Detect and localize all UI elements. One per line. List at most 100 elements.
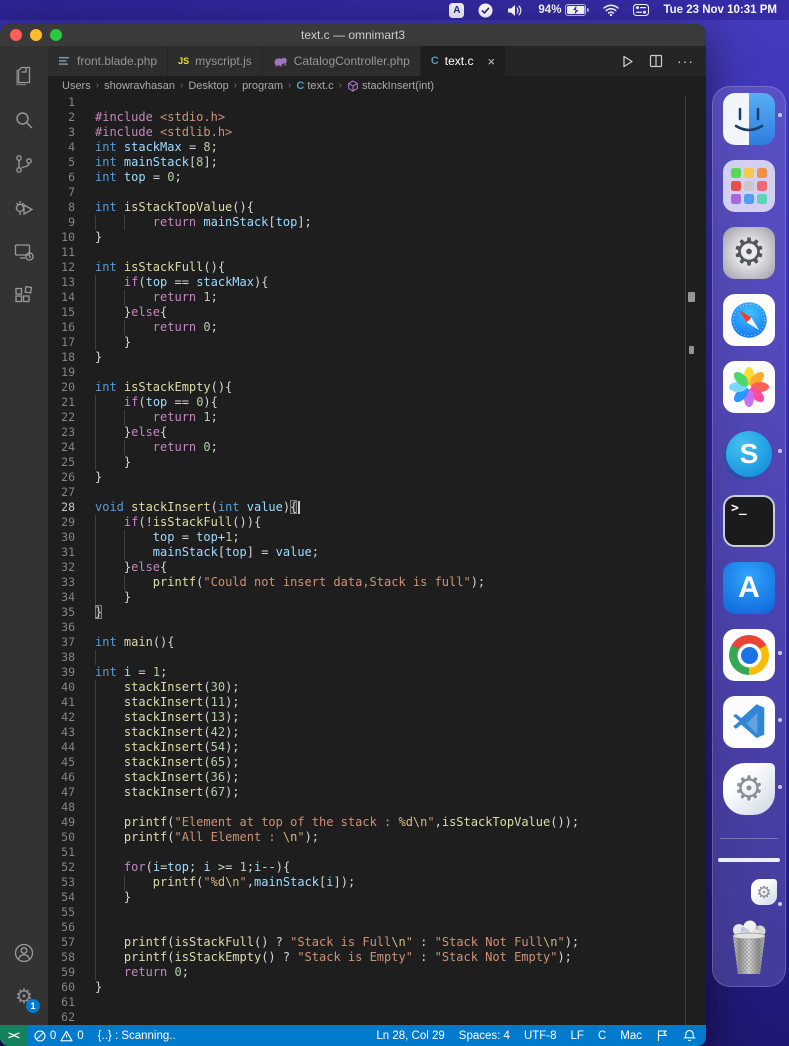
vscode-dock-icon[interactable]	[723, 696, 775, 748]
code-line[interactable]: 17 }	[48, 335, 706, 350]
wifi-menu-extra[interactable]	[603, 0, 619, 20]
tab-catalogcontroller-php[interactable]: CatalogController.php	[263, 46, 421, 76]
code-line[interactable]: 25 }	[48, 455, 706, 470]
code-line[interactable]: 3#include <stdlib.h>	[48, 125, 706, 140]
code-line[interactable]: 8int isStackTopValue(){	[48, 200, 706, 215]
run-debug-icon[interactable]	[0, 186, 48, 230]
code-line[interactable]: 20int isStackEmpty(){	[48, 380, 706, 395]
breadcrumb-users[interactable]: Users	[62, 80, 91, 92]
code-line[interactable]: 30 top = top+1;	[48, 530, 706, 545]
code-line[interactable]: 36	[48, 620, 706, 635]
breadcrumb-program[interactable]: program	[242, 80, 283, 92]
code-line[interactable]: 31 mainStack[top] = value;	[48, 545, 706, 560]
code-line[interactable]: 26}	[48, 470, 706, 485]
split-editor-icon[interactable]	[649, 54, 663, 68]
gear-utility-dock-icon[interactable]: ⚙	[723, 763, 775, 815]
code-line[interactable]: 16 return 0;	[48, 320, 706, 335]
code-line[interactable]: 29 if(!isStackFull()){	[48, 515, 706, 530]
breadcrumb-file[interactable]: text.c	[307, 80, 333, 92]
code-line[interactable]: 54 }	[48, 890, 706, 905]
code-line[interactable]: 37int main(){	[48, 635, 706, 650]
code-line[interactable]: 27	[48, 485, 706, 500]
code-line[interactable]: 2#include <stdio.h>	[48, 110, 706, 125]
window-title-bar[interactable]: text.c — omnimart3	[0, 24, 706, 46]
launchpad-dock-icon[interactable]	[723, 160, 775, 212]
code-line[interactable]: 45 stackInsert(65);	[48, 755, 706, 770]
code-line[interactable]: 10}	[48, 230, 706, 245]
code-line[interactable]: 61	[48, 995, 706, 1010]
code-line[interactable]: 19	[48, 365, 706, 380]
code-line[interactable]: 24 return 0;	[48, 440, 706, 455]
clock-menu[interactable]: Tue 23 Nov 10:31 PM	[663, 0, 777, 20]
tab-close-icon[interactable]: ×	[487, 55, 495, 68]
terminal-dock-icon[interactable]: >_	[723, 495, 775, 547]
code-line[interactable]: 55	[48, 905, 706, 920]
code-line[interactable]: 1	[48, 95, 706, 110]
tab-text-c[interactable]: C text.c ×	[421, 46, 506, 76]
code-line[interactable]: 5int mainStack[8];	[48, 155, 706, 170]
code-line[interactable]: 48	[48, 800, 706, 815]
code-line[interactable]: 47 stackInsert(67);	[48, 785, 706, 800]
code-line[interactable]: 6int top = 0;	[48, 170, 706, 185]
cursor-position[interactable]: Ln 28, Col 29	[369, 1030, 451, 1042]
code-line[interactable]: 28void stackInsert(int value){	[48, 500, 706, 515]
breadcrumb-user[interactable]: showravhasan	[104, 80, 175, 92]
code-line[interactable]: 22 return 1;	[48, 410, 706, 425]
tab-myscript-js[interactable]: JS myscript.js	[168, 46, 263, 76]
trash-dock-icon[interactable]	[723, 920, 775, 976]
code-line[interactable]: 60}	[48, 980, 706, 995]
code-line[interactable]: 50 printf("All Element : \n");	[48, 830, 706, 845]
code-line[interactable]: 33 printf("Could not insert data,Stack i…	[48, 575, 706, 590]
code-line[interactable]: 32 }else{	[48, 560, 706, 575]
run-file-icon[interactable]	[620, 54, 635, 69]
code-line[interactable]: 39int i = 1;	[48, 665, 706, 680]
chrome-dock-icon[interactable]	[723, 629, 775, 681]
problems-indicator[interactable]: 0 0	[27, 1025, 91, 1046]
code-editor[interactable]: 12#include <stdio.h>3#include <stdlib.h>…	[48, 95, 706, 1025]
breadcrumb-desktop[interactable]: Desktop	[188, 80, 228, 92]
code-line[interactable]: 51	[48, 845, 706, 860]
eol-sequence[interactable]: LF	[564, 1030, 591, 1042]
code-line[interactable]: 57 printf(isStackFull() ? "Stack is Full…	[48, 935, 706, 950]
code-line[interactable]: 43 stackInsert(42);	[48, 725, 706, 740]
code-line[interactable]: 9 return mainStack[top];	[48, 215, 706, 230]
code-line[interactable]: 18}	[48, 350, 706, 365]
code-line[interactable]: 35}	[48, 605, 706, 620]
breadcrumb-symbol[interactable]: stackInsert(int)	[362, 80, 434, 92]
code-line[interactable]: 38	[48, 650, 706, 665]
code-line[interactable]: 12int isStackFull(){	[48, 260, 706, 275]
code-line[interactable]: 21 if(top == 0){	[48, 395, 706, 410]
source-control-icon[interactable]	[0, 142, 48, 186]
code-line[interactable]: 11	[48, 245, 706, 260]
tab-front-blade-php[interactable]: front.blade.php	[48, 46, 168, 76]
remote-indicator[interactable]: ><	[0, 1025, 27, 1046]
photos-dock-icon[interactable]	[723, 361, 775, 413]
feedback-button[interactable]	[649, 1029, 676, 1042]
settings-gear-icon[interactable]: ⚙ 1	[0, 975, 48, 1019]
code-line[interactable]: 46 stackInsert(36);	[48, 770, 706, 785]
app-store-dock-icon[interactable]: A	[723, 562, 775, 614]
encoding[interactable]: UTF-8	[517, 1030, 564, 1042]
minimized-window-bar[interactable]	[718, 858, 780, 862]
code-line[interactable]: 40 stackInsert(30);	[48, 680, 706, 695]
safari-dock-icon[interactable]	[723, 294, 775, 346]
control-center-menu[interactable]	[633, 0, 649, 20]
code-line[interactable]: 13 if(top == stackMax){	[48, 275, 706, 290]
code-line[interactable]: 44 stackInsert(54);	[48, 740, 706, 755]
volume-menu-extra[interactable]	[507, 0, 524, 20]
indentation[interactable]: Spaces: 4	[452, 1030, 517, 1042]
code-line[interactable]: 7	[48, 185, 706, 200]
code-line[interactable]: 52 for(i=top; i >= 1;i--){	[48, 860, 706, 875]
explorer-icon[interactable]	[0, 54, 48, 98]
code-line[interactable]: 41 stackInsert(11);	[48, 695, 706, 710]
notifications-button[interactable]	[676, 1029, 706, 1042]
language-mode[interactable]: C	[591, 1030, 613, 1042]
skype-dock-icon[interactable]: S	[723, 428, 775, 480]
battery-menu-extra[interactable]: 94%	[538, 0, 589, 20]
more-actions-icon[interactable]: ···	[677, 53, 694, 69]
platform-indicator[interactable]: Mac	[613, 1030, 649, 1042]
language-status[interactable]: {..} : Scanning..	[91, 1025, 183, 1046]
search-icon[interactable]	[0, 98, 48, 142]
extensions-icon[interactable]	[0, 274, 48, 318]
remote-explorer-icon[interactable]	[0, 230, 48, 274]
